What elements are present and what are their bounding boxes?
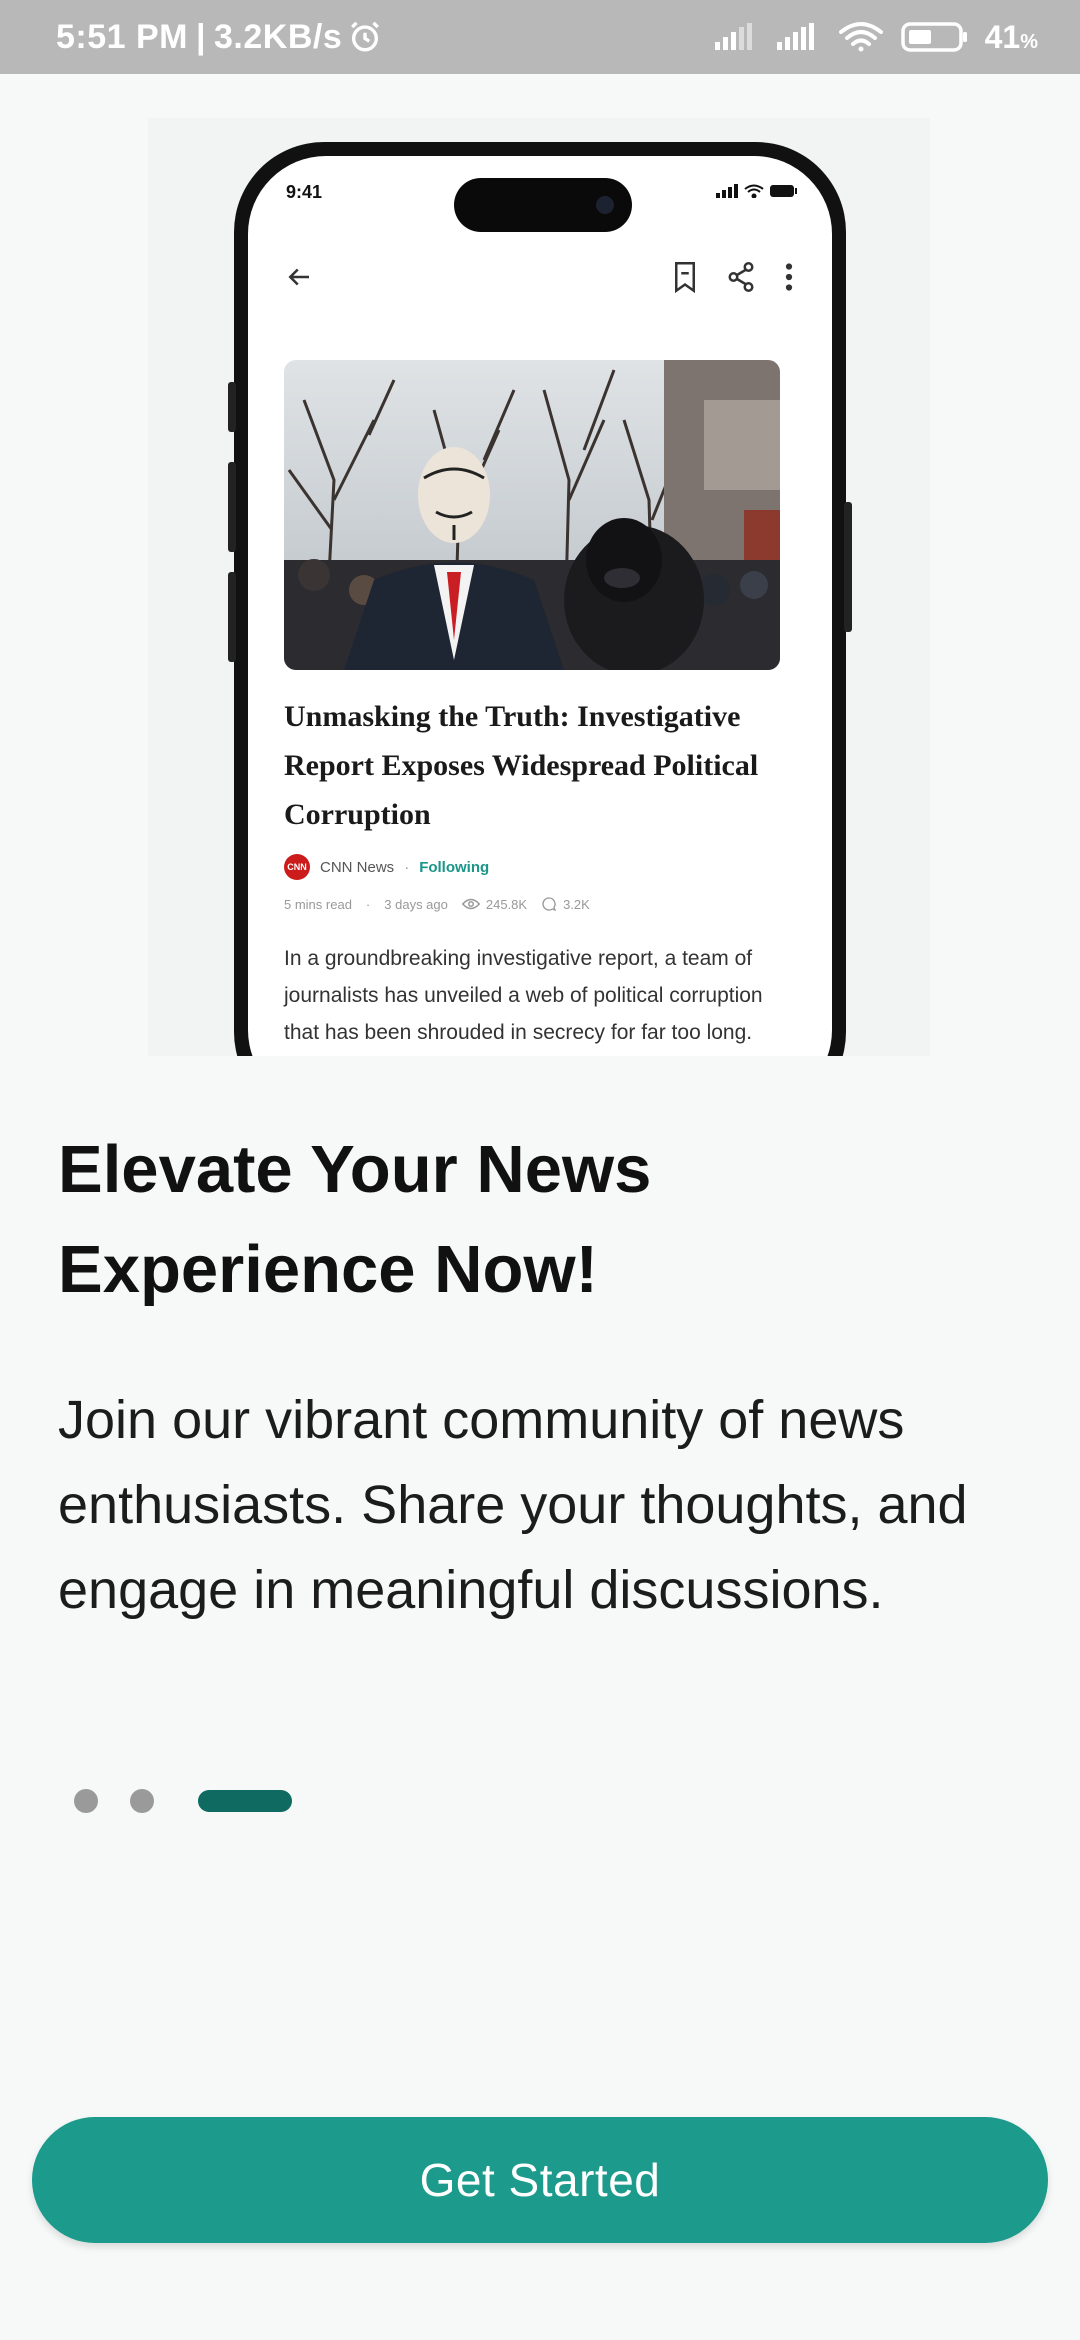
article-photo — [284, 360, 780, 670]
article-actions — [670, 260, 796, 294]
article-title: Unmasking the Truth: Investigative Repor… — [284, 700, 759, 831]
status-time: 5:51 PM — [56, 17, 188, 56]
status-right: 41% — [713, 0, 1038, 74]
status-bar: 5:51 PM | 3.2KB/s 41% — [0, 0, 1080, 74]
onboarding-headline: Elevate Your News Experience Now! — [58, 1132, 652, 1307]
article-meta-row: 5 mins read · 3 days ago 245.8K 3.2K — [284, 896, 590, 912]
status-left: 5:51 PM | 3.2KB/s — [56, 0, 382, 74]
dynamic-island — [454, 178, 632, 232]
signal-2-icon — [775, 22, 821, 52]
back-arrow-icon — [288, 268, 309, 286]
separator-dot: · — [365, 896, 371, 912]
onboarding-illustration: 9:41 Unmasking the Truth: Investigative … — [148, 118, 930, 1056]
comments-count: 3.2K — [541, 896, 590, 912]
device-time: 9:41 — [286, 182, 323, 202]
phone-side-button — [228, 572, 236, 662]
signal-icon — [713, 22, 759, 52]
page-dot-2[interactable] — [130, 1789, 154, 1813]
device-status-icons — [716, 184, 798, 198]
status-separator: | — [196, 17, 207, 56]
phone-side-button — [228, 462, 236, 552]
comment-icon — [542, 897, 557, 912]
posted-time: 3 days ago — [384, 896, 448, 912]
source-name: CNN News — [320, 858, 395, 876]
alarm-icon — [348, 20, 382, 54]
views-count: 245.8K — [461, 897, 527, 912]
get-started-button[interactable]: Get Started — [32, 2117, 1048, 2243]
page-dot-3-active[interactable] — [198, 1790, 292, 1812]
phone-power-button — [844, 502, 852, 632]
phone-mockup: 9:41 Unmasking the Truth: Investigative … — [228, 142, 852, 1056]
device-wifi-icon — [744, 184, 764, 198]
page-indicator — [74, 1789, 292, 1813]
separator-dot: · — [404, 858, 410, 876]
bookmark-icon — [675, 262, 695, 294]
more-vertical-icon — [785, 263, 793, 291]
share-icon — [728, 262, 754, 292]
net-speed: 3.2KB/s — [214, 17, 343, 56]
wifi-icon — [837, 20, 885, 54]
article-source-row: CNN CNN News · Following — [284, 854, 489, 880]
read-time: 5 mins read — [284, 896, 352, 912]
battery-icon — [900, 21, 969, 53]
page-dot-1[interactable] — [74, 1789, 98, 1813]
eye-icon — [461, 898, 480, 910]
phone-side-button — [228, 382, 236, 432]
cnn-logo: CNN — [284, 854, 310, 880]
article-toolbar — [284, 256, 796, 300]
following-status: Following — [419, 858, 490, 876]
device-battery-icon — [770, 185, 797, 197]
onboarding-description: Join our vibrant community of news enthu… — [58, 1390, 968, 1620]
camera-icon — [596, 196, 614, 214]
phone-screen: 9:41 Unmasking the Truth: Investigative … — [248, 156, 832, 1056]
battery-level: 41% — [984, 18, 1038, 55]
article-body: In a groundbreaking investigative report… — [284, 947, 763, 1044]
device-signal-icon — [716, 184, 738, 198]
